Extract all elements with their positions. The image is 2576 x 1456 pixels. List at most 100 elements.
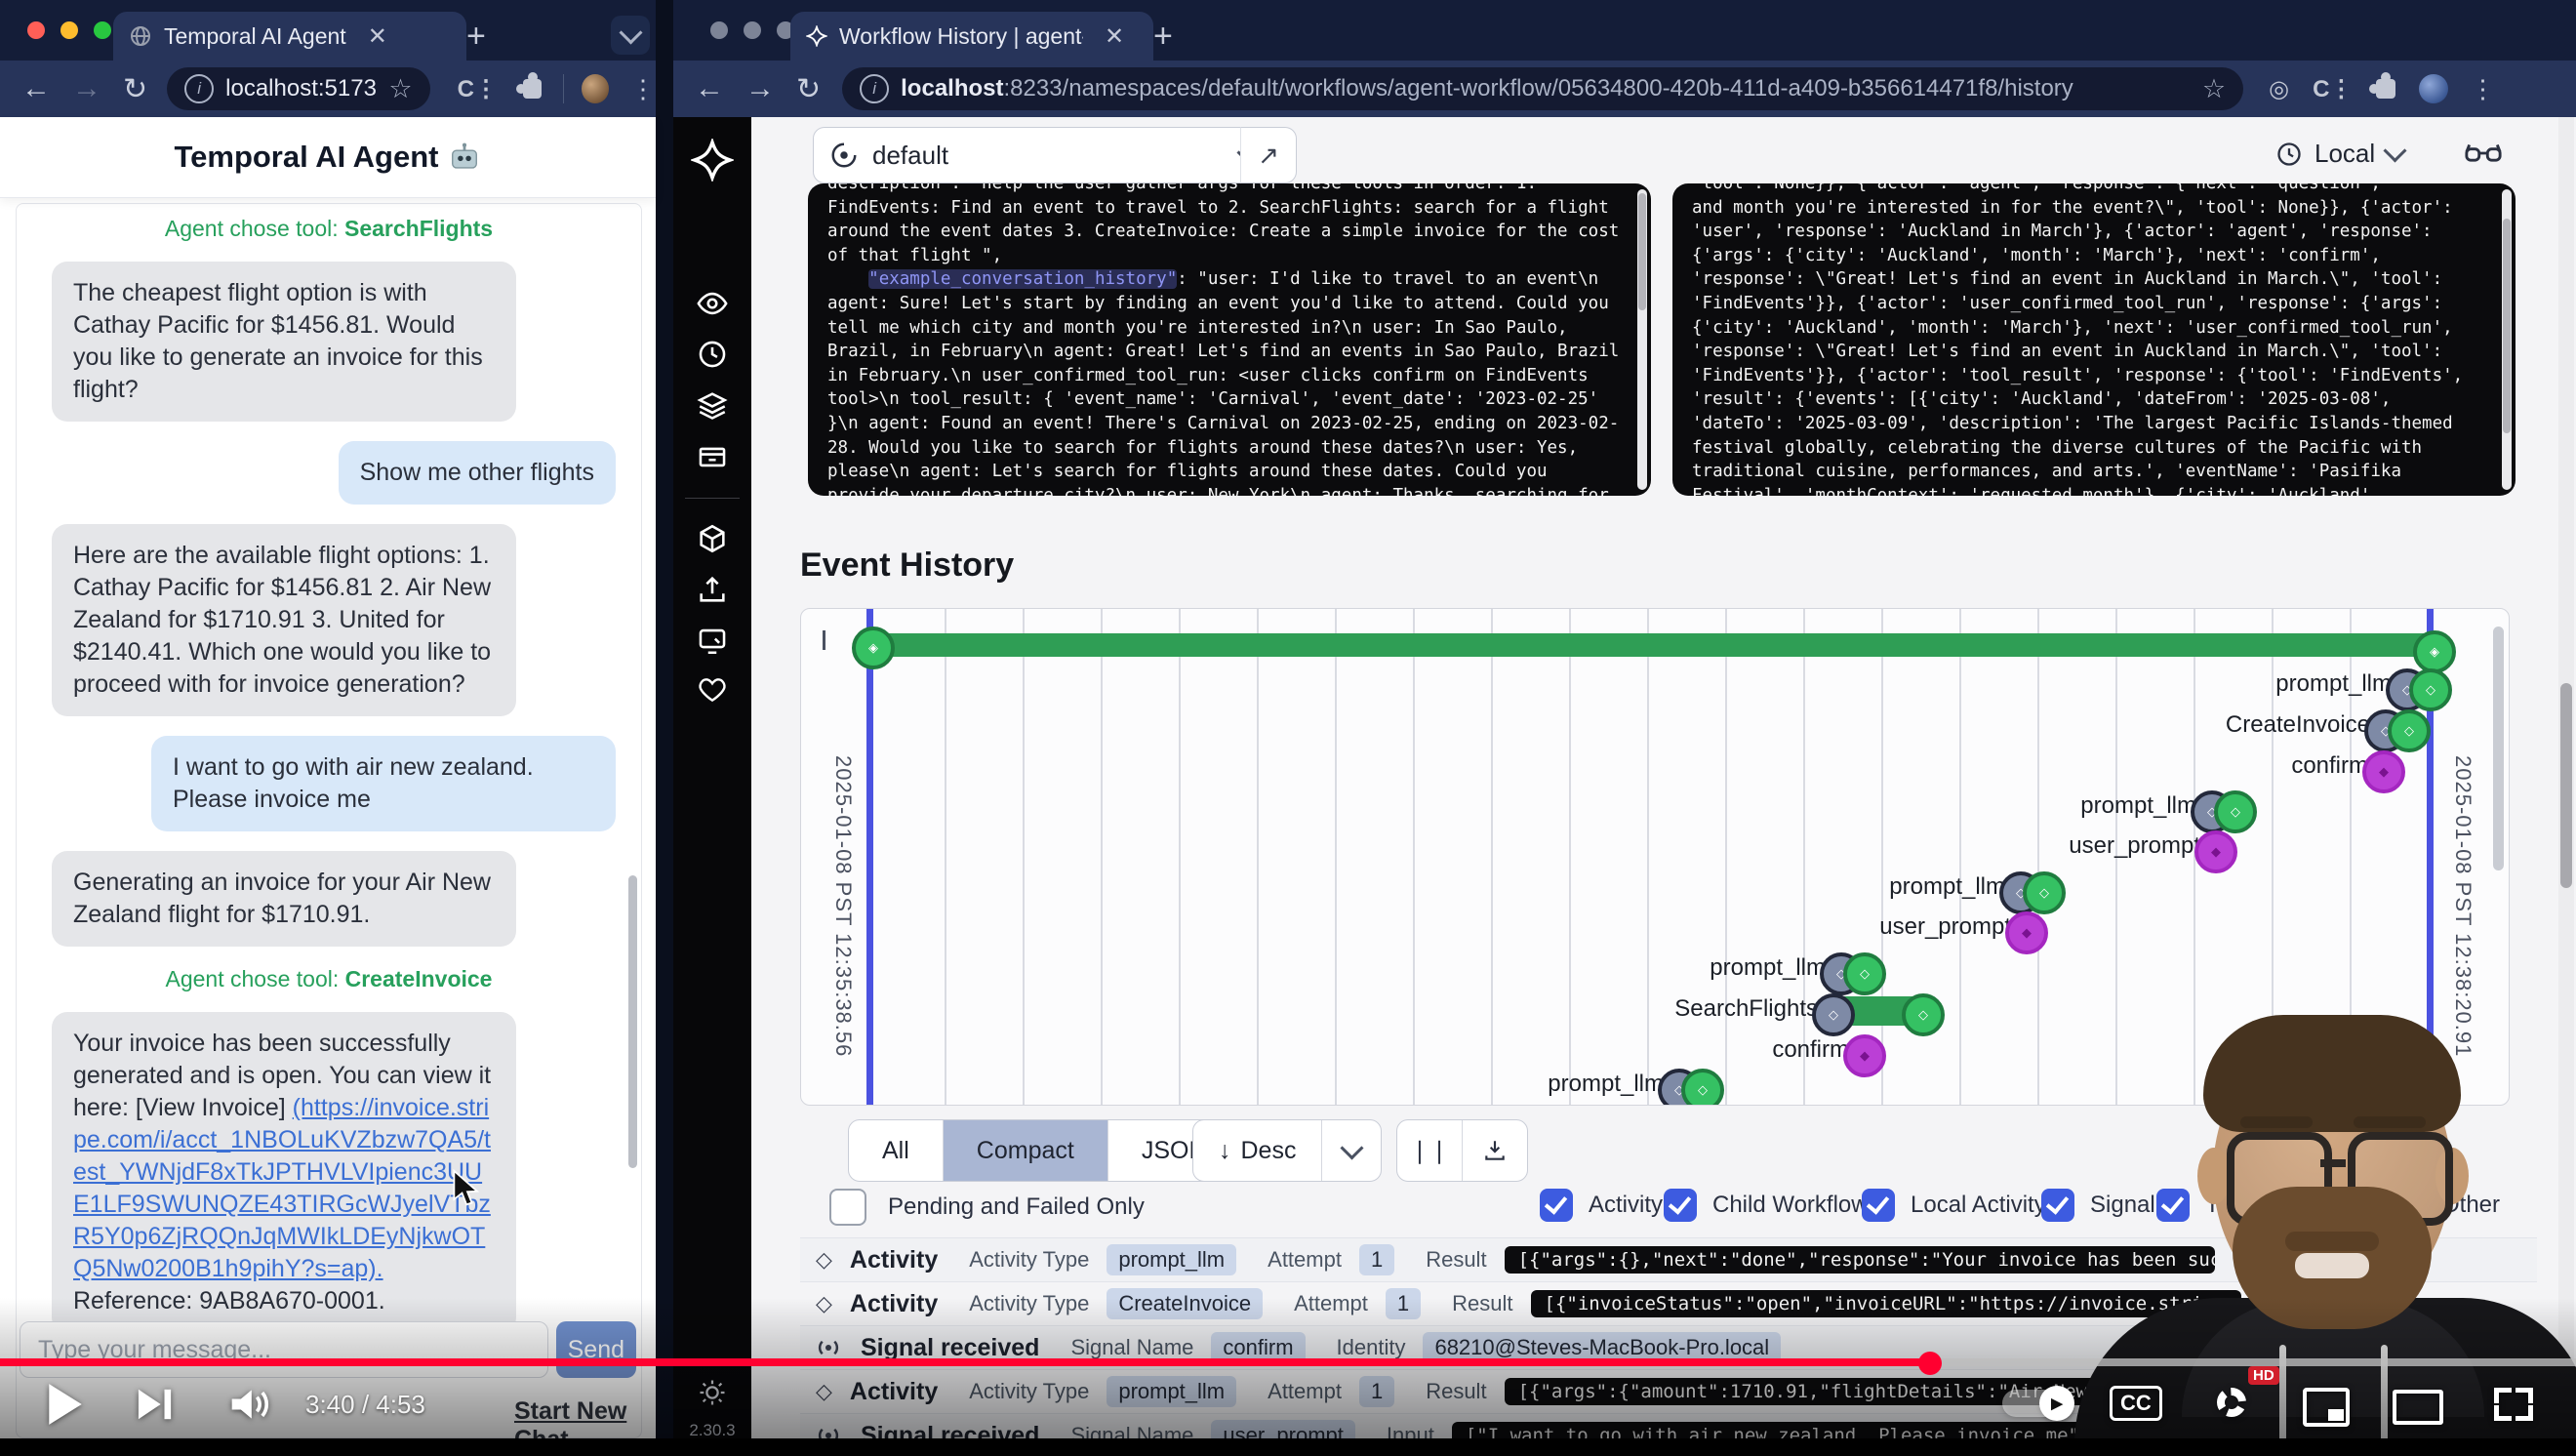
reload-button[interactable]: ↻: [796, 72, 821, 106]
checkbox-checked[interactable]: [2041, 1189, 2074, 1222]
signal-event-marker[interactable]: ◆: [2362, 750, 2405, 793]
open-namespace-button[interactable]: ↗: [1240, 127, 1297, 183]
theater-mode-button[interactable]: [2393, 1390, 2443, 1425]
namespace-selector[interactable]: default: [813, 127, 1273, 183]
chat-scroll-area[interactable]: Agent chose tool: SearchFlightsThe cheap…: [16, 203, 642, 1438]
tab-overflow-button[interactable]: [611, 16, 650, 55]
back-button[interactable]: ←: [695, 72, 724, 105]
activity-completed-marker[interactable]: ◇: [1843, 952, 1886, 995]
forward-button[interactable]: →: [72, 72, 101, 105]
next-button[interactable]: [137, 1386, 174, 1423]
archive-icon[interactable]: [696, 439, 729, 472]
address-bar[interactable]: i localhost:8233/namespaces/default/work…: [842, 67, 2243, 110]
checkbox-checked[interactable]: [1664, 1189, 1697, 1222]
signal-event-marker[interactable]: ◆: [2005, 911, 2048, 954]
tab-close-icon[interactable]: ✕: [1105, 22, 1124, 51]
minimize-window-button[interactable]: [60, 21, 78, 39]
fullscreen-button[interactable]: [2494, 1388, 2533, 1421]
activity-completed-marker[interactable]: ◇: [1902, 993, 1945, 1036]
settings-gear-icon[interactable]: [2217, 1388, 2246, 1417]
temporal-logo-icon[interactable]: [691, 139, 734, 182]
video-progress-bar[interactable]: [0, 1358, 2576, 1366]
browser-menu-icon[interactable]: ⋮: [630, 74, 656, 104]
chat-scrollbar[interactable]: [628, 875, 637, 1168]
collapse-chevron-icon[interactable]: [823, 630, 825, 648]
checkbox-checked[interactable]: [1862, 1189, 1895, 1222]
play-button[interactable]: [45, 1382, 86, 1427]
miniplayer-button[interactable]: [2303, 1388, 2350, 1427]
video-scrubber[interactable]: [1918, 1352, 1942, 1375]
favorites-heart-icon[interactable]: [697, 674, 728, 706]
workflow-input-json-right[interactable]: 'tool': None}}, {'actor': 'agent', 'resp…: [1672, 183, 2516, 496]
checkbox-checked[interactable]: [1540, 1189, 1573, 1222]
workflows-eye-icon[interactable]: [696, 287, 729, 320]
extension-icon[interactable]: C⋮: [458, 75, 498, 103]
workflow-start-marker[interactable]: ◈: [852, 627, 895, 669]
signal-event-marker[interactable]: ◆: [2194, 830, 2237, 873]
activity-completed-marker[interactable]: ◇: [2214, 790, 2257, 833]
bookmark-star-icon[interactable]: ☆: [388, 74, 412, 104]
code-scrollbar[interactable]: [1637, 189, 1647, 490]
view-mode-segmented-control[interactable]: AllCompactJSON: [848, 1119, 1241, 1182]
close-window-button[interactable]: [27, 21, 45, 39]
new-tab-button[interactable]: +: [466, 18, 486, 56]
activity-completed-marker[interactable]: ◇: [2023, 871, 2066, 914]
filter-activity[interactable]: Activity: [1540, 1189, 1663, 1222]
signal-event-marker[interactable]: ◆: [1843, 1034, 1886, 1077]
traffic-lights[interactable]: [27, 21, 111, 39]
activity-completed-marker[interactable]: ◇: [2388, 709, 2431, 752]
activity-scheduled-marker[interactable]: ◇: [1812, 993, 1855, 1036]
traffic-lights[interactable]: [710, 21, 794, 39]
site-info-icon[interactable]: i: [860, 74, 889, 103]
autoplay-toggle[interactable]: ▶: [2002, 1390, 2073, 1417]
download-button[interactable]: [1462, 1120, 1527, 1181]
view-mode-compact[interactable]: Compact: [943, 1120, 1107, 1181]
activity-completed-marker[interactable]: ◇: [2409, 668, 2452, 711]
reload-button[interactable]: ↻: [123, 72, 147, 106]
extensions-puzzle-icon[interactable]: [2376, 79, 2395, 99]
site-info-icon[interactable]: i: [184, 74, 214, 103]
extensions-puzzle-icon[interactable]: [523, 79, 542, 99]
profile-avatar[interactable]: [2419, 74, 2448, 103]
minimize-window-button[interactable]: [744, 21, 761, 39]
bookmark-star-icon[interactable]: ☆: [2202, 74, 2226, 104]
browser-menu-icon[interactable]: ⋮: [2470, 74, 2495, 104]
extension-eye-icon[interactable]: ◎: [2269, 75, 2289, 103]
zoom-window-button[interactable]: [94, 21, 111, 39]
profile-avatar[interactable]: [582, 74, 609, 103]
sort-order-button[interactable]: ↓Desc: [1192, 1119, 1382, 1182]
back-button[interactable]: ←: [21, 72, 51, 105]
tab-temporal-ai-agent[interactable]: Temporal AI Agent ✕: [113, 12, 466, 61]
workflow-input-json-left[interactable]: description": "help the user gather args…: [808, 183, 1651, 496]
code-scrollbar[interactable]: [2502, 189, 2512, 490]
sort-options-chevron[interactable]: [1321, 1120, 1381, 1181]
import-upload-icon[interactable]: [696, 573, 729, 606]
task-queues-layers-icon[interactable]: [696, 388, 729, 422]
tab-close-icon[interactable]: ✕: [368, 22, 387, 51]
tab-workflow-history[interactable]: Workflow History | agent-wor ✕: [790, 12, 1153, 61]
timeline-scrollbar[interactable]: [2493, 627, 2504, 870]
activity-completed-marker[interactable]: ◇: [1681, 1069, 1724, 1106]
timezone-selector[interactable]: Local: [2275, 139, 2403, 169]
forward-button[interactable]: →: [745, 72, 775, 105]
workflow-end-marker[interactable]: ◈: [2413, 630, 2456, 673]
filter-child-workflow[interactable]: Child Workflow: [1664, 1189, 1869, 1222]
close-window-button[interactable]: [710, 21, 728, 39]
invoice-link[interactable]: (https://invoice.stripe.com/i/acct_1NBOL…: [73, 1094, 491, 1282]
feedback-monitor-icon[interactable]: [696, 624, 729, 657]
view-mode-all[interactable]: All: [849, 1120, 943, 1181]
expand-diamond-icon[interactable]: ◇: [816, 1247, 832, 1273]
filter-local-activity[interactable]: Local Activity: [1862, 1189, 2046, 1222]
checkbox-unchecked[interactable]: [829, 1189, 866, 1226]
volume-button[interactable]: [228, 1386, 271, 1423]
namespaces-cube-icon[interactable]: [696, 522, 729, 555]
pending-failed-filter[interactable]: Pending and Failed Only: [829, 1189, 1145, 1226]
codec-glasses-icon[interactable]: [2464, 139, 2503, 173]
address-bar[interactable]: i localhost:5173 ☆: [167, 67, 430, 110]
pause-button[interactable]: ❘❘: [1397, 1120, 1462, 1181]
extension-icon[interactable]: C⋮: [2313, 75, 2353, 103]
new-tab-button[interactable]: +: [1153, 18, 1173, 56]
captions-button[interactable]: CC: [2110, 1386, 2162, 1421]
schedules-clock-icon[interactable]: [696, 338, 729, 371]
workflow-execution-bar[interactable]: [869, 633, 2433, 657]
